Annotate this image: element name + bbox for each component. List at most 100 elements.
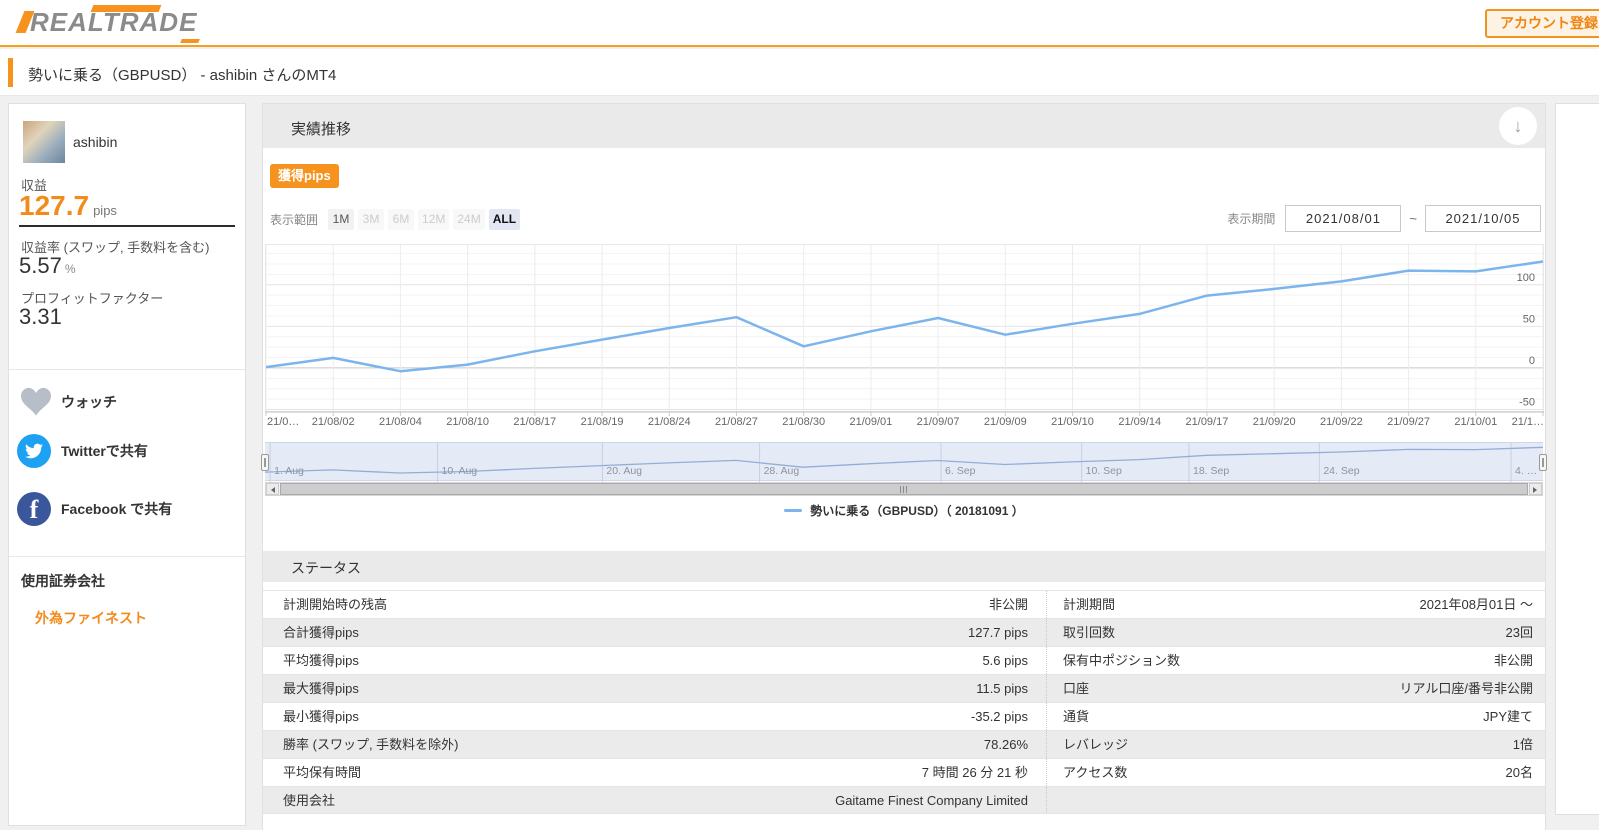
scrollbar-thumb[interactable]	[280, 483, 1528, 495]
return-value: 5.57	[19, 253, 62, 278]
period-selector: 表示期間 ~	[1227, 205, 1541, 232]
navigator-tick-label: 24. Sep	[1323, 465, 1360, 477]
broker-link[interactable]: 外為ファイネスト	[35, 608, 147, 628]
chart-navigator[interactable]: 1. Aug 10. Aug 20. Aug 28. Aug 6. Sep 10. Sep…	[261, 442, 1547, 482]
period-to-input[interactable]	[1425, 205, 1541, 232]
stat-label	[1046, 787, 1366, 813]
range-button-3m: 3M	[358, 209, 385, 230]
navigator-tick-label: 10. Sep	[1085, 465, 1122, 477]
stat-label: 平均保有時間	[283, 765, 362, 780]
stat-label: アクセス数	[1046, 759, 1366, 786]
stat-label: 最大獲得pips	[283, 681, 359, 696]
x-tick-label: 21/08/04	[378, 416, 422, 428]
range-button-all[interactable]: ALL	[488, 209, 521, 230]
range-button-24m: 24M	[453, 209, 485, 230]
stat-label: 口座	[1046, 675, 1366, 702]
realtrade-logo[interactable]: REALTRADE	[15, 5, 201, 43]
facebook-icon: f	[17, 492, 51, 526]
x-tick-label: 21/08/19	[580, 416, 624, 428]
profit-value: 127.7	[19, 190, 90, 221]
divider	[19, 225, 235, 227]
scrollbar-grip-icon	[900, 486, 907, 493]
facebook-share-label: Facebook で共有	[61, 501, 173, 517]
divider	[9, 369, 245, 370]
pips-badge: 獲得pips	[270, 164, 339, 188]
profit-factor-value: 3.31	[19, 304, 62, 329]
twitter-share-button[interactable]: Twitterで共有	[9, 431, 245, 471]
range-selector: 表示範囲 1M 3M 6M 12M 24M ALL	[270, 209, 524, 230]
profit-row: 127.7 pips	[19, 190, 117, 222]
status-panel-header: ステータス	[263, 551, 1545, 582]
stat-value: 11.5 pips	[976, 681, 1028, 696]
x-tick-label: 21/1…	[1511, 416, 1544, 428]
x-tick-label: 21/09/14	[1118, 416, 1162, 428]
download-button[interactable]: ↓	[1499, 107, 1537, 145]
logo-orange-underline	[180, 39, 201, 43]
stat-value: 非公開	[1493, 653, 1533, 668]
right-panel-edge	[1555, 103, 1599, 815]
scrollbar-left-arrow[interactable]	[266, 483, 279, 495]
performance-title: 実績推移	[291, 121, 352, 138]
stat-value: -35.2 pips	[970, 709, 1028, 724]
navigator-tick-label: 4. …	[1515, 465, 1538, 477]
navigator-tick-label: 20. Aug	[606, 465, 643, 477]
stat-label: 合計獲得pips	[283, 625, 359, 640]
stat-value: 7 時間 26 分 21 秒	[921, 765, 1028, 780]
range-button-12m: 12M	[418, 209, 450, 230]
legend-label: 勢いに乗る（GBPUSD）（ 20181091 ）	[810, 503, 1024, 518]
period-from-input[interactable]	[1285, 205, 1402, 232]
stat-label: 平均獲得pips	[283, 653, 359, 668]
svg-text:-50: -50	[1519, 397, 1535, 409]
divider	[9, 556, 245, 557]
scrollbar-right-arrow[interactable]	[1529, 483, 1542, 495]
stat-value: 1倍	[1512, 737, 1533, 752]
stat-value: 5.6 pips	[982, 653, 1028, 668]
heart-icon	[21, 387, 51, 416]
stat-value: Gaitame Finest Company Limited	[835, 793, 1028, 808]
x-tick-label: 21/09/01	[849, 416, 893, 428]
navigator-tick-label: 1. Aug	[274, 465, 304, 477]
table-row: 平均保有時間 7 時間 26 分 21 秒 アクセス数 20名	[263, 758, 1545, 786]
line-chart-plot[interactable]: -50 0 50 100	[265, 244, 1544, 418]
title-accent-bar	[8, 58, 13, 87]
stat-value: リアル口座/番号非公開	[1399, 681, 1533, 696]
x-tick-label: 21/08/27	[715, 416, 758, 428]
x-tick-label: 21/09/22	[1319, 416, 1363, 428]
title-bar: 勢いに乗る（GBPUSD） - ashibin さんのMT4	[0, 49, 1599, 96]
account-register-button[interactable]: アカウント登録	[1485, 9, 1599, 38]
table-row: 最小獲得pips -35.2 pips 通貨 JPY建て	[263, 702, 1545, 730]
stat-value: 127.7 pips	[968, 625, 1028, 640]
navigator-right-handle[interactable]	[1539, 453, 1547, 471]
stat-value: 20名	[1505, 765, 1533, 780]
profit-unit: pips	[93, 203, 117, 218]
watch-label: ウォッチ	[61, 394, 117, 410]
period-separator: ~	[1409, 211, 1417, 226]
avatar	[23, 121, 65, 163]
x-tick-label: 21/09/09	[983, 416, 1027, 428]
chart-legend-item[interactable]: 勢いに乗る（GBPUSD）（ 20181091 ）	[263, 502, 1545, 518]
twitter-share-label: Twitterで共有	[61, 443, 148, 459]
table-row: 使用会社 Gaitame Finest Company Limited	[263, 786, 1545, 814]
logo-orange-bar	[90, 5, 162, 12]
x-tick-label: 21/10/01	[1454, 416, 1498, 428]
range-button-1m[interactable]: 1M	[328, 209, 355, 230]
navigator-tick-label: 18. Sep	[1192, 465, 1230, 477]
x-tick-label: 21/09/07	[916, 416, 960, 428]
navigator-tick-label: 6. Sep	[945, 465, 976, 477]
facebook-share-button[interactable]: f Facebook で共有	[9, 489, 245, 529]
navigator-left-handle[interactable]	[261, 453, 269, 471]
stat-value: JPY建て	[1483, 709, 1533, 724]
x-tick-label: 21/09/20	[1252, 416, 1296, 428]
watch-button[interactable]: ウォッチ	[9, 382, 245, 422]
stat-label: 計測開始時の残高	[283, 597, 388, 612]
stat-label: 通貨	[1046, 703, 1366, 730]
page: REALTRADE アカウント登録 勢いに乗る（GBPUSD） - ashibi…	[0, 0, 1599, 830]
x-tick-label: 21/09/10	[1051, 416, 1094, 428]
username: ashibin	[73, 134, 118, 150]
navigator-tick-label: 28. Aug	[763, 465, 800, 477]
navigator-tick-label: 10. Aug	[441, 465, 478, 477]
x-tick-label: 21/08/24	[647, 416, 691, 428]
stat-label: 勝率 (スワップ, 手数料を除外)	[283, 737, 459, 752]
table-row: 最大獲得pips 11.5 pips 口座 リアル口座/番号非公開	[263, 674, 1545, 702]
stat-label: 使用会社	[283, 793, 336, 808]
